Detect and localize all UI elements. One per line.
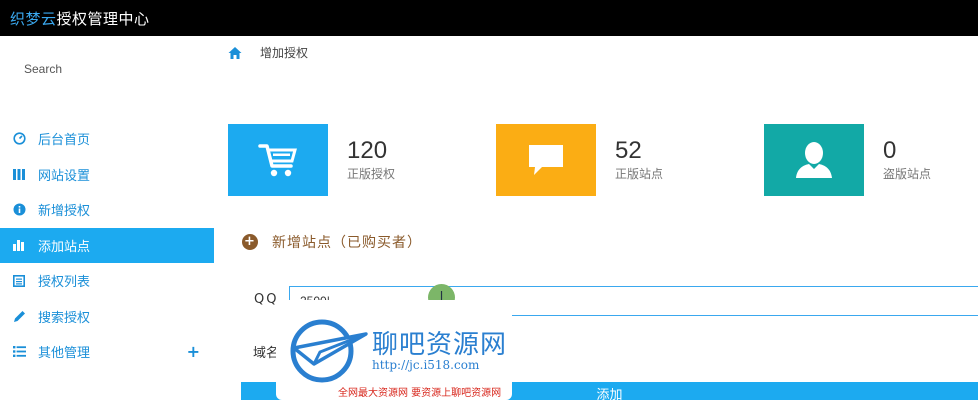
stat-card-pirated-sites: 0 盗版站点	[764, 124, 931, 196]
cart-icon	[258, 144, 297, 177]
stat-value: 52	[615, 137, 642, 164]
sidebar-item-add-site[interactable]: 添加站点	[0, 227, 214, 263]
watermark: 聊吧资源网 http://jc.i518.com 全网最大资源网 要资源上聊吧资…	[276, 300, 512, 400]
stat-value: 120	[347, 137, 388, 164]
section-title-text: 新增站点（已购买者）	[272, 235, 422, 251]
app-brand[interactable]: 织梦云授权管理中心	[10, 8, 150, 29]
qq-label: QQ	[254, 292, 279, 307]
sidebar-item-other-management[interactable]: 其他管理 +	[0, 334, 214, 370]
stat-icon-box	[764, 124, 864, 196]
sidebar-item-search-license[interactable]: 搜索授权	[0, 299, 214, 335]
sidebar-item-label: 其他管理	[38, 346, 91, 362]
list-box-icon	[12, 274, 26, 288]
top-bar: 织梦云授权管理中心	[0, 0, 978, 36]
search-input[interactable]: Search	[24, 62, 184, 76]
plus-circle-icon: +	[242, 234, 258, 250]
sidebar-item-label: 新增授权	[38, 204, 91, 220]
sidebar-item-label: 后台首页	[38, 133, 91, 149]
breadcrumb-current: 增加授权	[260, 46, 309, 60]
sidebar-item-new-license[interactable]: 新增授权	[0, 192, 214, 228]
sidebar-item-label: 搜索授权	[38, 310, 91, 326]
list-icon	[12, 345, 26, 359]
stat-label: 正版站点	[615, 167, 664, 181]
stat-card-genuine-licenses: 120 正版授权	[228, 124, 395, 196]
stat-icon-box	[496, 124, 596, 196]
sidebar-item-label: 添加站点	[38, 239, 91, 255]
sidebar-item-label: 授权列表	[38, 275, 91, 291]
stat-value: 0	[883, 137, 897, 164]
watermark-logo-icon	[290, 319, 368, 383]
stat-card-genuine-sites: 52 正版站点	[496, 124, 663, 196]
watermark-title: 聊吧资源网	[372, 330, 508, 360]
stat-label: 盗版站点	[883, 167, 932, 181]
brand-highlight: 织梦云	[10, 9, 57, 28]
sidebar-item-license-list[interactable]: 授权列表	[0, 263, 214, 299]
section-title: + 新增站点（已购买者）	[242, 232, 422, 252]
info-icon	[12, 203, 26, 217]
pencil-icon	[12, 309, 26, 323]
sidebar: Search 后台首页 网站设置 新增授权 添加站点 授权列表 搜索授权 其他管…	[0, 36, 214, 400]
watermark-url: http://jc.i518.com	[372, 358, 480, 372]
stat-label: 正版授权	[347, 167, 396, 181]
brand-title: 授权管理中心	[56, 9, 150, 28]
sidebar-item-dashboard[interactable]: 后台首页	[0, 121, 214, 157]
sidebar-item-label: 网站设置	[38, 168, 91, 184]
plus-icon[interactable]: +	[187, 342, 200, 361]
user-icon	[796, 142, 832, 178]
sidebar-menu: 后台首页 网站设置 新增授权 添加站点 授权列表 搜索授权 其他管理 +	[0, 121, 214, 370]
comment-icon	[529, 145, 563, 175]
stat-icon-box	[228, 124, 328, 196]
bar-chart-icon	[12, 238, 26, 252]
breadcrumb: 增加授权	[228, 44, 308, 61]
sidebar-item-site-settings[interactable]: 网站设置	[0, 157, 214, 193]
grid-icon	[12, 167, 26, 181]
home-icon[interactable]	[228, 46, 242, 60]
dashboard-icon	[12, 132, 26, 146]
watermark-slogan: 全网最大资源网 要资源上聊吧资源网	[338, 388, 502, 399]
